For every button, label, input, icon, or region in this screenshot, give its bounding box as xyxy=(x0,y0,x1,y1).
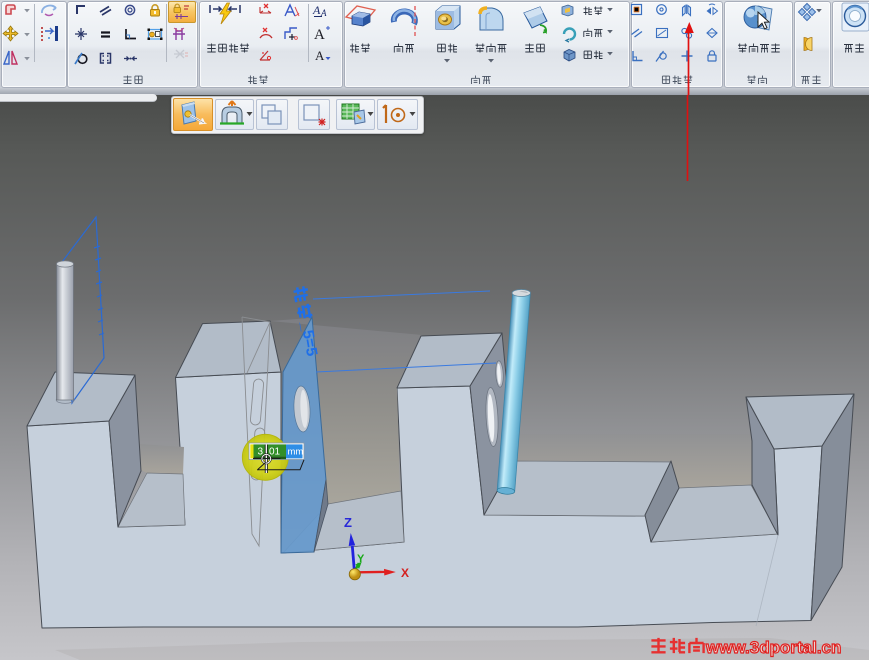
svg-text:www.3dportal.cn: www.3dportal.cn xyxy=(705,638,841,657)
svg-text:mm: mm xyxy=(288,446,304,457)
svg-text:Z: Z xyxy=(344,515,352,530)
svg-text:Y: Y xyxy=(357,553,365,565)
svg-text:X: X xyxy=(401,566,409,580)
